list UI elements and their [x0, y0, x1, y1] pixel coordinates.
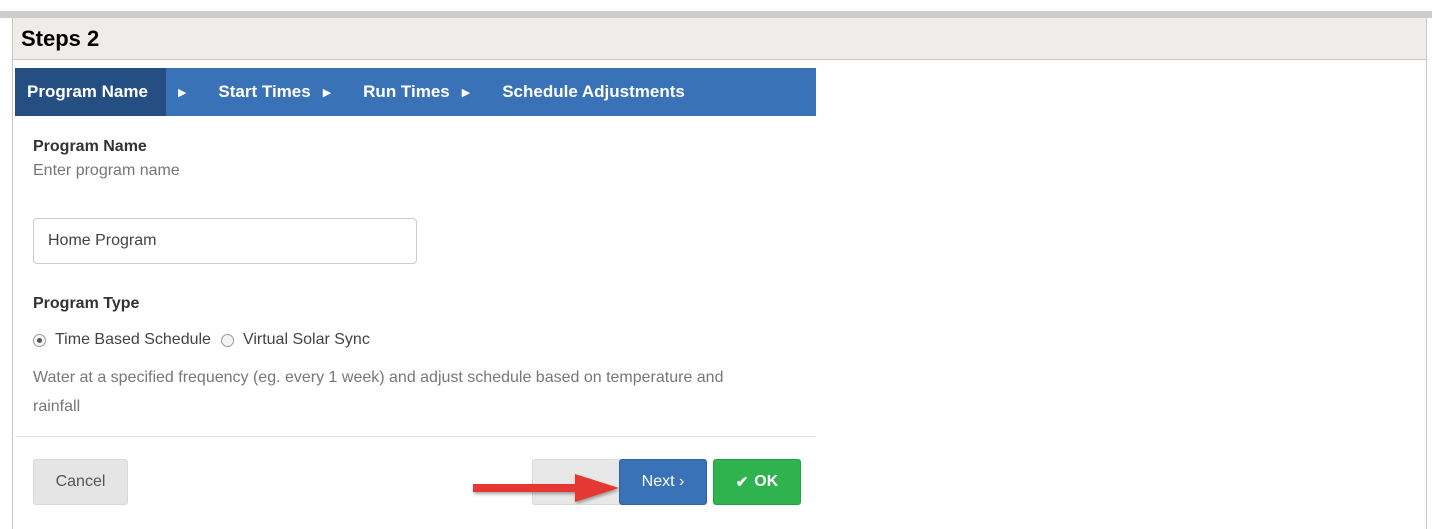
top-band-bar: [0, 11, 1432, 18]
step-run-times[interactable]: Run Times: [331, 68, 450, 116]
program-name-input[interactable]: [33, 218, 417, 264]
program-name-title: Program Name: [33, 138, 147, 155]
step-label: Run Times: [363, 82, 450, 101]
step-label: Program Name: [27, 82, 148, 101]
radio-virtual-solar-sync-label[interactable]: Virtual Solar Sync: [243, 331, 370, 349]
next-button[interactable]: Next ›: [619, 459, 707, 505]
section-header: Steps 2: [13, 18, 1426, 60]
wizard-steps: Program Name ▶ Start Times ▶ Run Times ▶…: [15, 68, 816, 116]
step-label: Start Times: [218, 82, 311, 101]
section-title: Steps 2: [21, 26, 100, 51]
caret-right-icon: ▶: [461, 86, 471, 99]
steps-frame: Steps 2 Program Name ▶ Start Times ▶ Run…: [12, 18, 1427, 529]
step-program-name[interactable]: Program Name: [15, 68, 166, 116]
radio-virtual-solar-sync[interactable]: [220, 333, 234, 347]
caret-right-icon: ▶: [177, 86, 187, 99]
program-type-radios: Time Based Schedule Virtual Solar Sync: [33, 331, 380, 349]
wizard-body: Program Name Enter program name Program …: [33, 138, 793, 415]
program-wizard: Program Name ▶ Start Times ▶ Run Times ▶…: [15, 68, 816, 529]
step-schedule-adjustments[interactable]: Schedule Adjustments: [470, 68, 685, 116]
ok-label: OK: [754, 473, 779, 490]
ok-button[interactable]: ✔ OK: [713, 459, 801, 505]
check-icon: ✔: [735, 474, 749, 491]
program-type-title: Program Type: [33, 295, 140, 312]
caret-right-icon: ▶: [322, 86, 332, 99]
radio-time-based-label[interactable]: Time Based Schedule: [55, 331, 211, 349]
step-label: Schedule Adjustments: [502, 82, 685, 101]
top-band: [0, 0, 1432, 18]
radio-time-based[interactable]: [33, 333, 46, 347]
red-arrow-icon: [473, 474, 619, 502]
step-start-times[interactable]: Start Times: [186, 68, 310, 116]
footer-divider: [15, 436, 816, 437]
program-name-hint: Enter program name: [33, 162, 180, 179]
program-type-description: Water at a specified frequency (eg. ever…: [33, 369, 724, 415]
cancel-button[interactable]: Cancel: [33, 459, 128, 505]
